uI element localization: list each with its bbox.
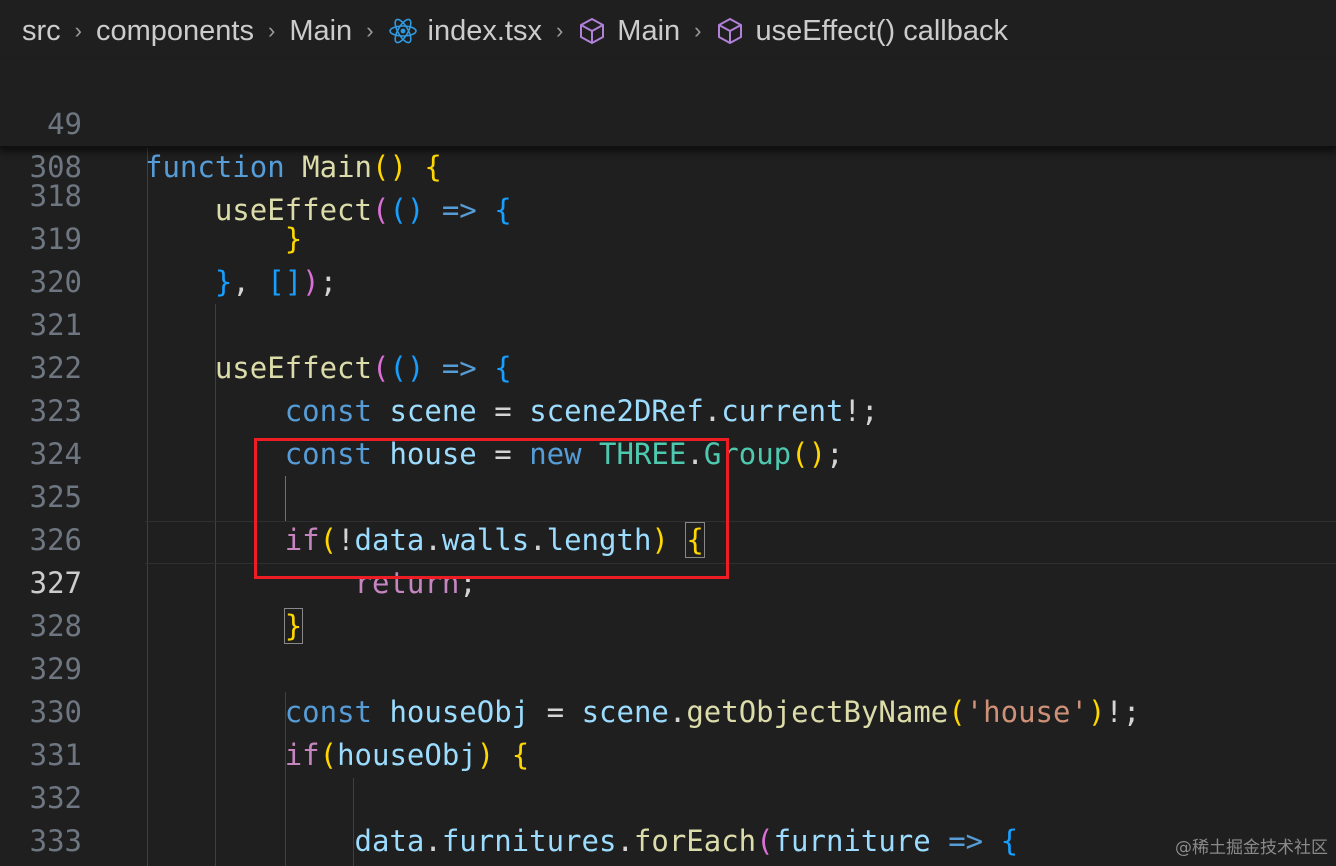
breadcrumb-item-src[interactable]: src (22, 15, 61, 48)
code-line: useEffect(() => { (214, 193, 512, 227)
symbol-cube-icon (577, 16, 607, 46)
code-line[interactable]: 322 const scene = scene2DRef.current!; (0, 304, 1336, 428)
breadcrumb-item-useeffect-callback[interactable]: useEffect() callback (715, 15, 1008, 48)
code-line[interactable]: 334 (0, 820, 1336, 863)
sticky-line[interactable]: 308 useEffect(() => { (0, 103, 1336, 227)
breadcrumb-item-components[interactable]: components (96, 15, 254, 48)
code-line[interactable]: 324 (0, 390, 1336, 471)
code-line[interactable]: 321 useEffect(() => { (0, 261, 1336, 385)
breadcrumb-item-main-folder[interactable]: Main (289, 15, 352, 48)
chevron-right-icon: › (74, 18, 82, 43)
sticky-line[interactable]: 49 function Main() { (0, 60, 1336, 184)
chevron-right-icon: › (555, 18, 564, 43)
breadcrumb-item-index-tsx[interactable]: index.tsx (388, 15, 542, 48)
line-number: 308 (29, 150, 82, 184)
chevron-right-icon: › (268, 18, 276, 43)
code-line[interactable]: 330 if(houseObj) { (0, 648, 1336, 772)
chevron-right-icon: › (366, 18, 374, 43)
breadcrumb-item-main-function[interactable]: Main (577, 15, 680, 48)
code-line[interactable]: 331 (0, 691, 1336, 772)
code-line[interactable]: 329 const houseObj = scene.getObjectByNa… (0, 605, 1336, 729)
code-line[interactable]: 323 const house = new THREE.Group(); (0, 347, 1336, 471)
code-line[interactable]: 332 data.furnitures.forEach(furniture =>… (0, 734, 1336, 858)
sticky-scroll-header[interactable]: 49 function Main() { 308 useEffect(() =>… (0, 60, 1336, 227)
watermark: @稀土掘金技术社区 (1175, 838, 1328, 858)
code-line[interactable]: 333 const obj = houseObj.getObjectByName… (0, 777, 1336, 858)
symbol-cube-icon (715, 16, 745, 46)
code-line: function Main() { (145, 150, 442, 184)
react-icon (388, 16, 418, 46)
annotation-highlight-box (254, 438, 729, 579)
chevron-right-icon: › (694, 18, 702, 43)
breadcrumb: src › components › Main › index.tsx › Ma… (0, 0, 1336, 62)
